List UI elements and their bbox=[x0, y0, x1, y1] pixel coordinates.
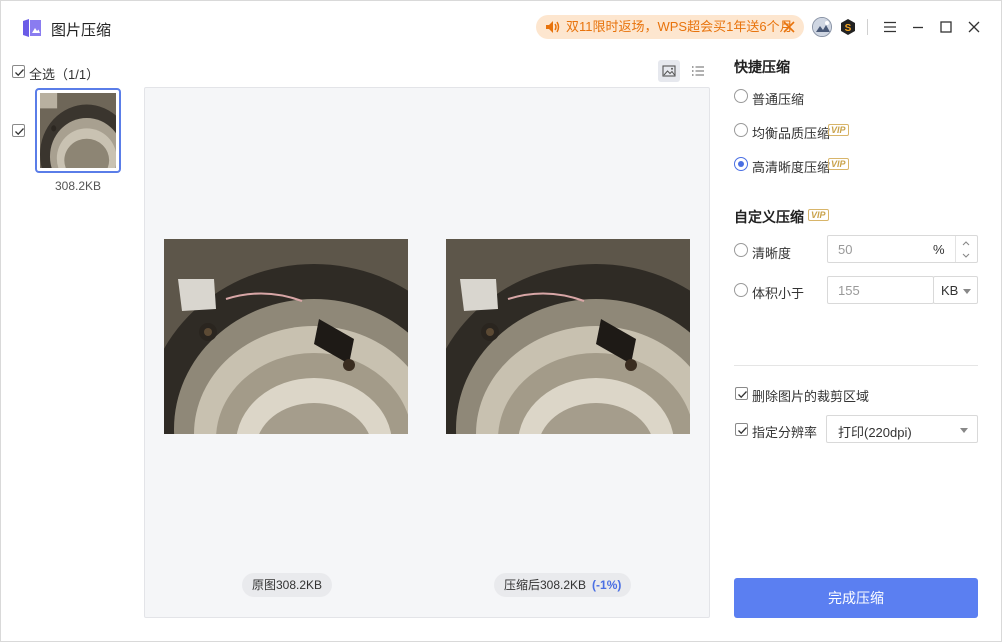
file-size-label: 308.2KB bbox=[54, 179, 102, 193]
compressed-caption-text: 压缩后308.2KB bbox=[504, 578, 587, 592]
section-divider bbox=[734, 365, 978, 366]
list-view-icon bbox=[692, 66, 704, 76]
normal-compress-radio[interactable] bbox=[734, 89, 748, 103]
promo-text: 双11限时返场，WPS超会买1年送6个月 bbox=[566, 19, 793, 34]
file-checkbox[interactable] bbox=[12, 124, 25, 137]
promo-banner[interactable]: 双11限时返场，WPS超会买1年送6个月 bbox=[536, 15, 804, 39]
speaker-icon bbox=[546, 21, 560, 33]
title-bar: 图片压缩 双11限时返场，WPS超会买1年送6个月 S bbox=[1, 1, 1001, 53]
svg-text:S: S bbox=[845, 23, 852, 34]
dropdown-arrow-icon bbox=[960, 428, 968, 433]
clarity-input[interactable]: 50 % bbox=[827, 235, 978, 263]
size-limit-input[interactable]: 155 bbox=[827, 276, 934, 304]
balanced-compress-radio[interactable] bbox=[734, 123, 748, 137]
preview-panel: 原图308.2KB 压缩后308.2KB (-1%) bbox=[144, 87, 710, 618]
original-size-caption: 原图308.2KB bbox=[242, 573, 333, 597]
list-view-button[interactable] bbox=[687, 60, 709, 82]
clarity-radio[interactable] bbox=[734, 243, 748, 257]
file-thumbnail[interactable] bbox=[35, 88, 134, 205]
hd-compress-radio[interactable] bbox=[734, 157, 748, 171]
clarity-unit: % bbox=[933, 242, 945, 257]
compression-ratio: (-1%) bbox=[592, 578, 622, 592]
compressed-image bbox=[446, 239, 690, 434]
increment-icon[interactable] bbox=[959, 239, 973, 247]
vip-badge: VIP bbox=[828, 158, 849, 170]
vip-badge: VIP bbox=[808, 209, 829, 221]
resolution-value: 打印(220dpi) bbox=[838, 425, 912, 440]
compressed-size-caption: 压缩后308.2KB (-1%) bbox=[494, 573, 632, 597]
balanced-compress-label[interactable]: 均衡品质压缩 bbox=[752, 123, 830, 142]
normal-compress-label[interactable]: 普通压缩 bbox=[752, 89, 804, 108]
size-limit-label[interactable]: 体积小于 bbox=[752, 283, 804, 302]
app-window: 图片压缩 双11限时返场，WPS超会买1年送6个月 S 全选（1/1） 308.… bbox=[0, 0, 1002, 642]
original-caption-text: 原图308.2KB bbox=[252, 578, 323, 592]
checkmark-icon bbox=[738, 391, 747, 399]
size-limit-value: 155 bbox=[838, 283, 860, 298]
promo-close-icon[interactable] bbox=[783, 21, 795, 33]
avatar[interactable] bbox=[812, 17, 832, 37]
resolution-label[interactable]: 指定分辨率 bbox=[752, 422, 817, 441]
resolution-select[interactable]: 打印(220dpi) bbox=[826, 415, 978, 443]
finish-compress-button[interactable]: 完成压缩 bbox=[734, 578, 978, 618]
resolution-checkbox[interactable] bbox=[735, 423, 748, 436]
size-unit-select[interactable]: KB bbox=[933, 276, 978, 304]
checkmark-icon bbox=[738, 427, 747, 435]
size-unit-value: KB bbox=[941, 283, 959, 298]
clarity-value: 50 bbox=[838, 242, 853, 257]
select-all-label: 全选（1/1） bbox=[29, 67, 100, 82]
hd-compress-label[interactable]: 高清晰度压缩 bbox=[752, 157, 830, 176]
select-all-checkbox[interactable] bbox=[12, 65, 25, 78]
maximize-icon[interactable] bbox=[938, 19, 954, 35]
app-title: 图片压缩 bbox=[51, 22, 112, 39]
original-image bbox=[164, 239, 408, 434]
minimize-icon[interactable] bbox=[910, 19, 926, 35]
checkmark-icon bbox=[15, 69, 24, 77]
app-logo-icon bbox=[23, 19, 41, 37]
checkmark-icon bbox=[15, 128, 24, 136]
titlebar-divider bbox=[867, 19, 868, 35]
decrement-icon[interactable] bbox=[959, 252, 973, 260]
vip-badge: VIP bbox=[828, 124, 849, 136]
quick-compress-title: 快捷压缩 bbox=[734, 59, 790, 75]
remove-crop-checkbox[interactable] bbox=[735, 387, 748, 400]
image-view-icon bbox=[662, 65, 676, 77]
clarity-label[interactable]: 清晰度 bbox=[752, 243, 791, 262]
dropdown-arrow-icon bbox=[963, 289, 971, 294]
menu-icon[interactable] bbox=[882, 19, 898, 35]
grid-view-button[interactable] bbox=[658, 60, 680, 82]
stepper-divider bbox=[955, 236, 956, 262]
custom-compress-title: 自定义压缩 bbox=[734, 209, 804, 225]
size-limit-radio[interactable] bbox=[734, 283, 748, 297]
tire-thumbnail-image bbox=[40, 93, 134, 205]
close-icon[interactable] bbox=[966, 19, 982, 35]
user-avatar-icon bbox=[813, 18, 831, 36]
member-badge-icon[interactable]: S bbox=[839, 18, 857, 36]
remove-crop-label[interactable]: 删除图片的裁剪区域 bbox=[752, 386, 869, 405]
